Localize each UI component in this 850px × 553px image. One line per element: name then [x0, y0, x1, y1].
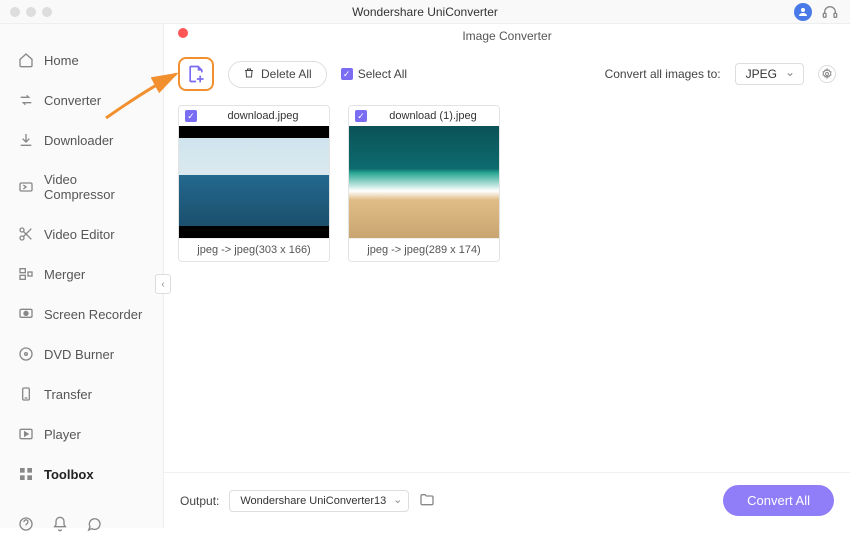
- sidebar-item-label: Downloader: [44, 133, 113, 148]
- sidebar-item-merger[interactable]: Merger: [0, 258, 163, 290]
- output-format-select[interactable]: JPEG: [735, 63, 804, 85]
- title-actions: [794, 3, 838, 21]
- image-thumbnail[interactable]: [179, 126, 329, 238]
- support-icon[interactable]: [822, 4, 838, 20]
- image-card[interactable]: ✓ download.jpeg jpeg -> jpeg(303 x 166): [178, 105, 330, 262]
- image-card[interactable]: ✓ download (1).jpeg jpeg -> jpeg(289 x 1…: [348, 105, 500, 262]
- card-header: ✓ download (1).jpeg: [349, 106, 499, 126]
- maximize-window-icon[interactable]: [42, 7, 52, 17]
- record-icon: [18, 306, 34, 322]
- download-icon: [18, 132, 34, 148]
- converter-icon: [18, 92, 34, 108]
- item-checkbox[interactable]: ✓: [355, 110, 367, 122]
- file-add-icon: [186, 64, 206, 84]
- sidebar-item-label: DVD Burner: [44, 347, 114, 362]
- item-checkbox[interactable]: ✓: [185, 110, 197, 122]
- sidebar-item-transfer[interactable]: Transfer: [0, 378, 163, 410]
- sidebar-item-video-compressor[interactable]: Video Compressor: [0, 164, 163, 210]
- conversion-info: jpeg -> jpeg(303 x 166): [179, 238, 329, 261]
- conversion-info: jpeg -> jpeg(289 x 174): [349, 238, 499, 261]
- format-value: JPEG: [746, 67, 777, 81]
- sidebar-item-dvd-burner[interactable]: DVD Burner: [0, 338, 163, 370]
- select-all-label: Select All: [358, 67, 407, 81]
- sidebar-item-label: Toolbox: [44, 467, 94, 482]
- image-filename: download (1).jpeg: [373, 110, 493, 122]
- sidebar-item-toolbox[interactable]: Toolbox: [0, 458, 163, 490]
- play-icon: [18, 426, 34, 442]
- toolbar: Delete All ✓ Select All Convert all imag…: [164, 51, 850, 105]
- window-controls[interactable]: [10, 7, 52, 17]
- merge-icon: [18, 266, 34, 282]
- sidebar-item-label: Home: [44, 53, 79, 68]
- sidebar-item-video-editor[interactable]: Video Editor: [0, 218, 163, 250]
- transfer-icon: [18, 386, 34, 402]
- image-filename: download.jpeg: [203, 110, 323, 122]
- panel-close-icon[interactable]: [178, 28, 188, 38]
- sidebar-item-player[interactable]: Player: [0, 418, 163, 450]
- panel-header: Image Converter: [164, 24, 850, 51]
- sidebar-item-label: Converter: [44, 93, 101, 108]
- minimize-window-icon[interactable]: [26, 7, 36, 17]
- sidebar-item-label: Screen Recorder: [44, 307, 142, 322]
- title-bar: Wondershare UniConverter: [0, 0, 850, 24]
- help-icon[interactable]: [18, 516, 34, 535]
- sidebar-item-label: Video Compressor: [44, 172, 145, 202]
- checkbox-checked-icon: ✓: [341, 68, 353, 80]
- format-settings-button[interactable]: [818, 65, 836, 83]
- add-file-button[interactable]: [178, 57, 214, 91]
- app-title: Wondershare UniConverter: [352, 5, 498, 19]
- scissors-icon: [18, 226, 34, 242]
- card-header: ✓ download.jpeg: [179, 106, 329, 126]
- sidebar-item-downloader[interactable]: Downloader: [0, 124, 163, 156]
- output-label: Output:: [180, 494, 219, 508]
- image-thumbnail[interactable]: [349, 126, 499, 238]
- bell-icon[interactable]: [52, 516, 68, 535]
- convert-all-button[interactable]: Convert All: [723, 485, 834, 516]
- output-path-value: Wondershare UniConverter13: [240, 495, 386, 507]
- select-all-checkbox[interactable]: ✓ Select All: [341, 67, 407, 81]
- toolbox-icon: [18, 466, 34, 482]
- home-icon: [18, 52, 34, 68]
- close-window-icon[interactable]: [10, 7, 20, 17]
- main-layout: Home Converter Downloader Video Compress…: [0, 24, 850, 528]
- sidebar-item-label: Merger: [44, 267, 85, 282]
- image-grid: ✓ download.jpeg jpeg -> jpeg(303 x 166) …: [164, 105, 850, 472]
- sidebar-collapse-toggle[interactable]: ‹: [155, 274, 171, 294]
- sidebar-item-home[interactable]: Home: [0, 44, 163, 76]
- trash-icon: [243, 67, 255, 82]
- content-panel: ‹ Image Converter Delete All ✓ Select Al…: [164, 24, 850, 528]
- sidebar-item-label: Transfer: [44, 387, 92, 402]
- sidebar-item-converter[interactable]: Converter: [0, 84, 163, 116]
- sidebar-footer: [0, 498, 163, 553]
- open-folder-button[interactable]: [419, 492, 437, 510]
- disc-icon: [18, 346, 34, 362]
- delete-all-label: Delete All: [261, 67, 312, 81]
- user-avatar-icon[interactable]: [794, 3, 812, 21]
- sidebar-item-screen-recorder[interactable]: Screen Recorder: [0, 298, 163, 330]
- delete-all-button[interactable]: Delete All: [228, 61, 327, 88]
- sidebar: Home Converter Downloader Video Compress…: [0, 24, 164, 528]
- convert-to-label: Convert all images to:: [605, 67, 721, 81]
- compress-icon: [18, 179, 34, 195]
- feedback-icon[interactable]: [86, 516, 102, 535]
- output-path-select[interactable]: Wondershare UniConverter13: [229, 490, 409, 512]
- sidebar-item-label: Video Editor: [44, 227, 115, 242]
- bottom-bar: Output: Wondershare UniConverter13 Conve…: [164, 472, 850, 528]
- sidebar-item-label: Player: [44, 427, 81, 442]
- panel-title: Image Converter: [462, 29, 551, 43]
